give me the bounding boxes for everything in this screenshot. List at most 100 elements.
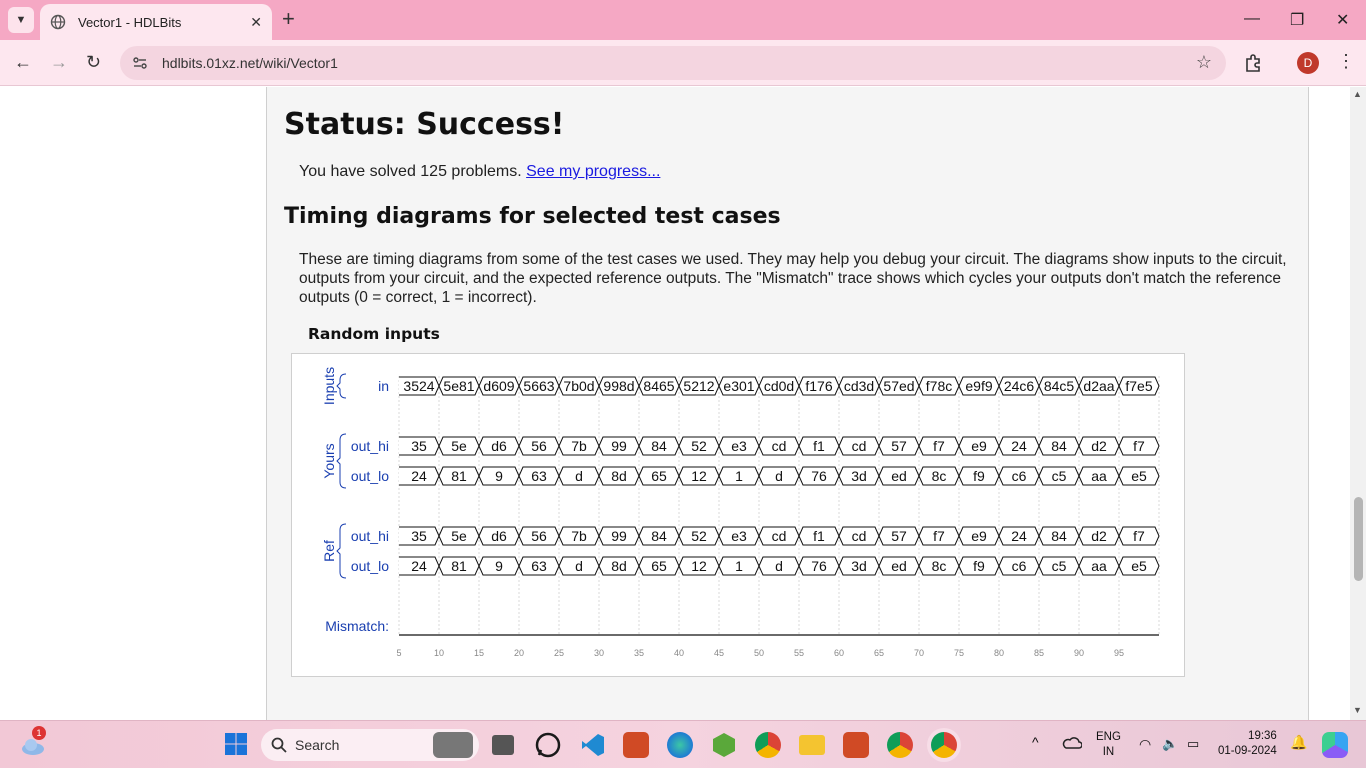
ref-out-hi-value: 84	[1051, 528, 1067, 544]
yours-out-lo-value: e5	[1131, 468, 1147, 484]
yours-out-hi-value: 52	[691, 438, 707, 454]
new-tab-button[interactable]: +	[282, 8, 295, 30]
time-tick-label: 75	[954, 648, 964, 658]
ref-out-hi-value: f7	[1133, 528, 1145, 544]
yours-out-lo-value: 76	[811, 468, 827, 484]
start-button[interactable]	[224, 732, 250, 758]
edge-icon[interactable]	[667, 732, 693, 758]
ref-out-lo-value: d	[775, 558, 783, 574]
bookmark-star-icon[interactable]: ☆	[1196, 52, 1212, 73]
timing-diagram: in 3524 5e81 d609 5663 7b0d 998d 8465 5212 e301 cd…	[291, 353, 1185, 677]
time-tick-label: 25	[554, 648, 564, 658]
powerpoint-icon[interactable]	[623, 732, 649, 758]
tab-vector1[interactable]: Vector1 - HDLBits ✕	[40, 4, 272, 40]
tab-search-button[interactable]: ▼	[8, 7, 34, 33]
notification-bell-icon[interactable]: 🔔	[1290, 735, 1307, 750]
weather-widget[interactable]: 1	[20, 726, 46, 758]
onedrive-icon[interactable]	[1062, 736, 1088, 762]
nodejs-icon[interactable]	[711, 732, 737, 758]
menu-kebab-icon[interactable]: ⋮	[1337, 51, 1355, 72]
in-signal-value: e301	[723, 378, 754, 394]
ref-out-lo-value: 8c	[932, 558, 947, 574]
close-window-button[interactable]: ✕	[1336, 10, 1349, 30]
random-inputs-label: Random inputs	[308, 325, 440, 343]
ref-out-lo-value: 81	[451, 558, 467, 574]
yours-out-lo-value: c6	[1012, 468, 1027, 484]
tab-strip: ▼ Vector1 - HDLBits ✕ + — ❐ ✕	[0, 0, 1366, 40]
in-signal-value: 5663	[523, 378, 554, 394]
copilot-icon[interactable]	[1322, 732, 1348, 758]
in-signal-value: f176	[805, 378, 832, 394]
in-signal-value: 5212	[683, 378, 714, 394]
ref-out-hi-value: e9	[971, 528, 987, 544]
solved-text: You have solved 125 problems.	[299, 163, 522, 180]
site-info-icon[interactable]	[132, 55, 148, 71]
forward-button[interactable]: →	[50, 52, 68, 73]
yours-out-hi-value: 7b	[571, 438, 587, 454]
back-button[interactable]: ←	[14, 52, 32, 73]
language-indicator[interactable]: ENG IN	[1096, 730, 1121, 760]
yours-out-hi-value: 84	[651, 438, 667, 454]
time-tick-label: 80	[994, 648, 1004, 658]
yours-out-lo-value: 8d	[611, 468, 627, 484]
search-highlight-icon	[433, 732, 473, 758]
ref-out-hi-value: 99	[611, 528, 627, 544]
yours-out-lo-value: d	[575, 468, 583, 484]
scrollbar-thumb[interactable]	[1354, 497, 1363, 581]
reload-button[interactable]: ↻	[86, 52, 101, 73]
time-tick-label: 85	[1034, 648, 1044, 658]
file-explorer-icon[interactable]	[799, 735, 825, 755]
time-tick-label: 65	[874, 648, 884, 658]
ref-out-lo-value: c5	[1052, 558, 1067, 574]
taskbar-search[interactable]: Search	[261, 729, 479, 761]
ref-out-hi-value: 7b	[571, 528, 587, 544]
lang-code: ENG	[1096, 731, 1121, 743]
clock[interactable]: 19:36 01-09-2024	[1218, 729, 1277, 759]
scroll-down-arrow-icon[interactable]: ▼	[1353, 705, 1362, 715]
chrome-icon[interactable]	[755, 732, 781, 758]
wifi-icon[interactable]: ◠	[1139, 737, 1151, 752]
chrome-active-icon[interactable]	[931, 732, 957, 758]
main-content: Status: Success! You have solved 125 pro…	[266, 87, 1309, 720]
see-progress-link[interactable]: See my progress...	[526, 163, 660, 180]
yours-group-brace	[336, 433, 347, 489]
time-tick-label: 35	[634, 648, 644, 658]
extensions-icon[interactable]	[1243, 52, 1265, 74]
powerpoint-file-icon[interactable]	[843, 732, 869, 758]
battery-icon[interactable]: ▭	[1187, 736, 1199, 751]
vscode-icon[interactable]	[580, 732, 606, 758]
whatsapp-icon[interactable]	[535, 732, 561, 758]
address-bar[interactable]: hdlbits.01xz.net/wiki/Vector1 ☆	[120, 46, 1226, 80]
browser-toolbar: ← → ↻ hdlbits.01xz.net/wiki/Vector1 ☆	[0, 40, 1366, 86]
inputs-group-label: Inputs	[321, 367, 337, 405]
ref-out-lo-value: 24	[411, 558, 427, 574]
tray-overflow-icon[interactable]: ^	[1032, 735, 1039, 750]
yours-out-lo-value: c5	[1052, 468, 1067, 484]
scroll-up-arrow-icon[interactable]: ▲	[1353, 89, 1362, 99]
chrome-profile-icon[interactable]	[887, 732, 913, 758]
yours-out-hi-value: f7	[933, 438, 945, 454]
time-tick-label: 10	[434, 648, 444, 658]
volume-icon[interactable]: 🔈	[1162, 736, 1178, 751]
ref-out-lo-value: 9	[495, 558, 503, 574]
close-tab-icon[interactable]: ✕	[250, 14, 262, 31]
in-signal-value: d2aa	[1083, 378, 1114, 394]
url-text: hdlbits.01xz.net/wiki/Vector1	[162, 55, 338, 71]
time-tick-label: 95	[1114, 648, 1124, 658]
chevron-down-icon: ▼	[15, 14, 27, 26]
minimize-button[interactable]: —	[1244, 10, 1260, 28]
task-view-icon[interactable]	[492, 735, 514, 755]
globe-icon	[50, 14, 66, 30]
inputs-group-brace	[336, 373, 347, 399]
restore-button[interactable]: ❐	[1290, 10, 1304, 30]
yours-out-lo-label: out_lo	[351, 468, 389, 484]
ref-out-hi-value: 57	[891, 528, 907, 544]
ref-out-hi-value: e3	[731, 528, 747, 544]
profile-avatar[interactable]: D	[1297, 52, 1319, 74]
yours-out-lo-value: 8c	[932, 468, 947, 484]
ref-out-hi-value: 84	[651, 528, 667, 544]
time-tick-label: 60	[834, 648, 844, 658]
vertical-scrollbar[interactable]: ▲ ▼	[1350, 87, 1366, 720]
ref-out-hi-value: cd	[852, 528, 867, 544]
in-signal-value: f78c	[926, 378, 952, 394]
